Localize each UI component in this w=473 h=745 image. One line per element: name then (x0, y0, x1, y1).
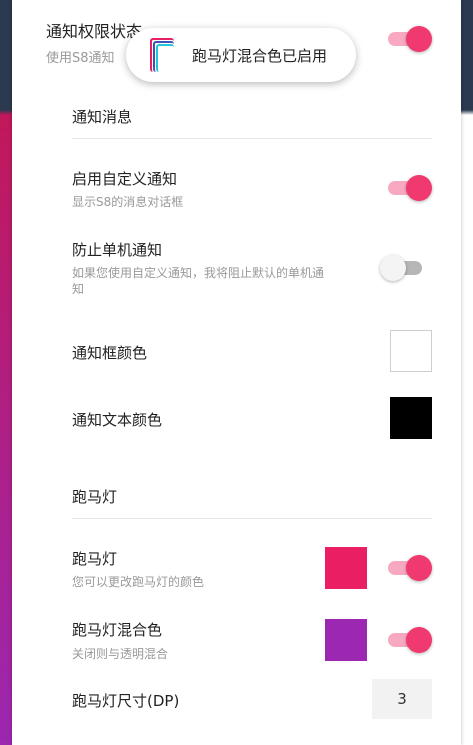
notification-box-color-title: 通知框颜色 (72, 344, 148, 362)
notification-permission-toggle[interactable] (386, 25, 432, 53)
divider (72, 138, 432, 139)
toast-text: 跑马灯混合色已启用 (192, 46, 328, 65)
custom-notification-subtitle: 显示S8的消息对话框 (72, 195, 184, 209)
settings-panel: 通知权限状态 使用S8通知 通知消息 启用自定义通知 显示S8的消息对话框 防止… (12, 0, 461, 745)
divider (72, 518, 432, 519)
marquee-title: 跑马灯 (72, 550, 118, 568)
marquee-layers-icon (150, 38, 178, 72)
notification-permission-title: 通知权限状态 (46, 22, 143, 41)
marquee-blend-title: 跑马灯混合色 (72, 621, 163, 639)
section-header-notifications: 通知消息 (72, 108, 133, 126)
notification-text-color-swatch[interactable] (390, 397, 432, 439)
notification-permission-subtitle: 使用S8通知 (46, 51, 115, 66)
toggle-thumb (406, 555, 432, 581)
block-stock-notification-subtitle-line1: 如果您使用自定义通知，我将阻止默认的单机通 (72, 266, 325, 280)
section-header-marquee: 跑马灯 (72, 488, 118, 506)
marquee-edge-left (0, 0, 12, 745)
block-stock-notification-title: 防止单机通知 (72, 241, 163, 259)
marquee-toggle[interactable] (386, 554, 432, 582)
marquee-size-input[interactable]: 3 (372, 679, 432, 719)
notification-text-color-title: 通知文本颜色 (72, 411, 163, 429)
marquee-blend-subtitle: 关闭则与透明混合 (72, 647, 169, 661)
toggle-thumb (406, 627, 432, 653)
custom-notification-title: 启用自定义通知 (72, 170, 178, 188)
marquee-subtitle: 您可以更改跑马灯的颜色 (72, 575, 205, 589)
marquee-blend-toggle[interactable] (386, 626, 432, 654)
marquee-color-swatch[interactable] (325, 547, 367, 589)
block-stock-notification-subtitle-line2: 知 (72, 282, 85, 296)
marquee-size-title: 跑马灯尺寸(DP) (72, 692, 180, 710)
marquee-blend-color-swatch[interactable] (325, 619, 367, 661)
notification-box-color-swatch[interactable] (390, 330, 432, 372)
custom-notification-toggle[interactable] (386, 174, 432, 202)
toast-notification: 跑马灯混合色已启用 (126, 28, 356, 82)
toggle-thumb (406, 175, 432, 201)
marquee-edge-right (461, 0, 473, 745)
block-stock-notification-toggle[interactable] (380, 254, 426, 282)
toggle-thumb (406, 26, 432, 52)
toggle-thumb (380, 255, 406, 281)
